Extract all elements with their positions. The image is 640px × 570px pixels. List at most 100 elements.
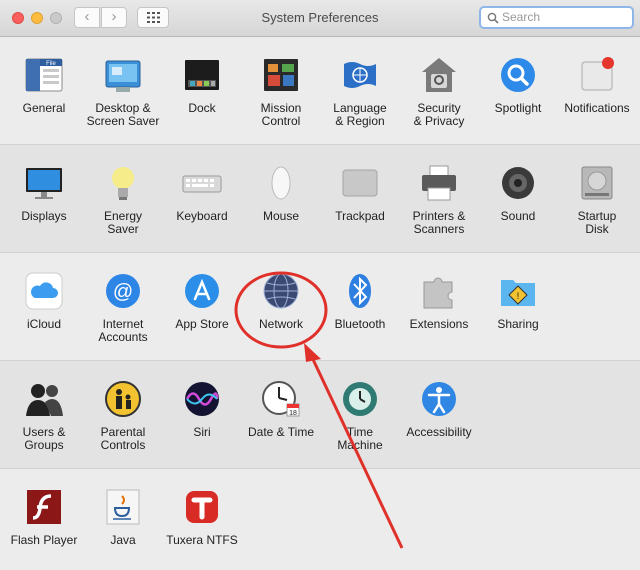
pane-label: Trackpad (335, 209, 385, 223)
pane-mouse[interactable]: Mouse (238, 162, 324, 223)
pane-label: Mouse (262, 209, 300, 223)
pane-label: Sharing (497, 317, 539, 331)
pane-java[interactable]: Java (80, 486, 166, 547)
pane-mission-control[interactable]: Mission Control (238, 54, 324, 128)
pane-label: Energy Saver (103, 209, 143, 236)
pane-printers-scanners[interactable]: Printers & Scanners (396, 162, 482, 236)
pane-label: Keyboard (176, 209, 228, 223)
pane-time-machine[interactable]: Time Machine (317, 378, 403, 452)
search-field[interactable] (479, 6, 634, 29)
pane-sound[interactable]: Sound (475, 162, 561, 223)
pane-label: Date & Time (247, 425, 315, 439)
parental-icon (105, 381, 141, 417)
sharing-folder-icon: ! (501, 280, 535, 306)
pane-label: Extensions (409, 317, 469, 331)
pane-startup-disk[interactable]: Startup Disk (554, 162, 640, 236)
magnifier-icon (501, 58, 535, 92)
pane-label: Parental Controls (100, 425, 146, 452)
pane-label: Language & Region (333, 101, 387, 128)
pane-label: Spotlight (494, 101, 542, 115)
dock-icon (185, 60, 219, 90)
pane-siri[interactable]: Siri (159, 378, 245, 439)
app-store-icon (185, 274, 219, 308)
pane-label: Dock (188, 101, 216, 115)
mission-control-icon (264, 59, 298, 91)
cloud-icon (25, 272, 63, 310)
pane-parental-controls[interactable]: Parental Controls (80, 378, 166, 452)
internet-section: iCloud @ Internet Accounts App Store Net… (0, 253, 640, 361)
hard-disk-icon (581, 166, 613, 200)
pane-label: General (22, 101, 66, 115)
keyboard-icon (182, 175, 222, 193)
trackpad-icon (342, 169, 378, 197)
java-icon (106, 489, 140, 525)
lightbulb-icon (112, 167, 134, 200)
bluetooth-icon (349, 274, 371, 308)
pane-label: Notifications (564, 101, 630, 115)
pane-keyboard[interactable]: Keyboard (159, 162, 245, 223)
pane-label: Displays (21, 209, 67, 223)
desktop-icon (105, 60, 141, 92)
flash-icon (27, 490, 61, 524)
pane-label: Siri (193, 425, 211, 439)
close-button[interactable] (12, 12, 24, 24)
grid-icon (147, 12, 160, 23)
pane-label: Sound (500, 209, 536, 223)
pane-label: Users & Groups (22, 425, 66, 452)
minimize-button[interactable] (31, 12, 43, 24)
pane-icloud[interactable]: iCloud (1, 270, 87, 331)
pane-displays[interactable]: Displays (1, 162, 87, 223)
pane-general[interactable]: File General (1, 54, 87, 115)
svg-text:@: @ (113, 281, 133, 303)
pane-security-privacy[interactable]: Security & Privacy (396, 54, 482, 128)
search-icon (487, 12, 499, 24)
zoom-button[interactable] (50, 12, 62, 24)
pane-label: Accessibility (406, 425, 472, 439)
pane-extensions[interactable]: Extensions (396, 270, 482, 331)
back-button[interactable]: ‹ (74, 7, 100, 28)
search-input[interactable] (502, 10, 622, 24)
flag-icon (344, 62, 376, 88)
pane-label: Printers & Scanners (412, 209, 466, 236)
pane-flash-player[interactable]: Flash Player (1, 486, 87, 547)
personal-section: File General Desktop & Screen Saver Dock (0, 37, 640, 145)
pane-energy-saver[interactable]: Energy Saver (80, 162, 166, 236)
pane-date-time[interactable]: 18 Date & Time (238, 378, 324, 439)
pane-label: Internet Accounts (98, 317, 148, 344)
pane-sharing[interactable]: ! Sharing (475, 270, 561, 331)
other-section: Flash Player Java Tuxera NTFS (0, 469, 640, 570)
clock-calendar-icon: 18 (262, 381, 300, 417)
pane-label: Flash Player (10, 533, 78, 547)
house-lock-icon (422, 58, 456, 92)
pane-label: Security & Privacy (413, 101, 465, 128)
pane-label: Startup Disk (577, 209, 617, 236)
pane-bluetooth[interactable]: Bluetooth (317, 270, 403, 331)
speaker-icon (502, 167, 534, 199)
pane-notifications[interactable]: Notifications (554, 54, 640, 115)
tuxera-icon (186, 491, 218, 523)
window-title: System Preferences (261, 10, 379, 25)
show-all-button[interactable] (137, 7, 169, 28)
pane-app-store[interactable]: App Store (159, 270, 245, 331)
pane-tuxera-ntfs[interactable]: Tuxera NTFS (159, 486, 245, 547)
pane-label: Mission Control (260, 101, 302, 128)
pane-label: Tuxera NTFS (166, 533, 238, 547)
accessibility-icon (422, 382, 456, 416)
pane-label: App Store (175, 317, 229, 331)
pane-trackpad[interactable]: Trackpad (317, 162, 403, 223)
general-icon: File (25, 58, 63, 92)
pane-internet-accounts[interactable]: @ Internet Accounts (80, 270, 166, 344)
pane-dock[interactable]: Dock (159, 54, 245, 115)
pane-network[interactable]: Network (238, 270, 324, 331)
pane-accessibility[interactable]: Accessibility (396, 378, 482, 439)
svg-text:18: 18 (289, 410, 297, 417)
pane-spotlight[interactable]: Spotlight (475, 54, 561, 115)
pane-users-groups[interactable]: Users & Groups (1, 378, 87, 452)
globe-icon (263, 273, 299, 309)
svg-text:!: ! (517, 291, 520, 301)
pane-language-region[interactable]: Language & Region (317, 54, 403, 128)
pane-desktop-screen-saver[interactable]: Desktop & Screen Saver (80, 54, 166, 128)
forward-button[interactable]: › (101, 7, 127, 28)
pane-label: iCloud (26, 317, 62, 331)
printer-icon (422, 165, 456, 201)
